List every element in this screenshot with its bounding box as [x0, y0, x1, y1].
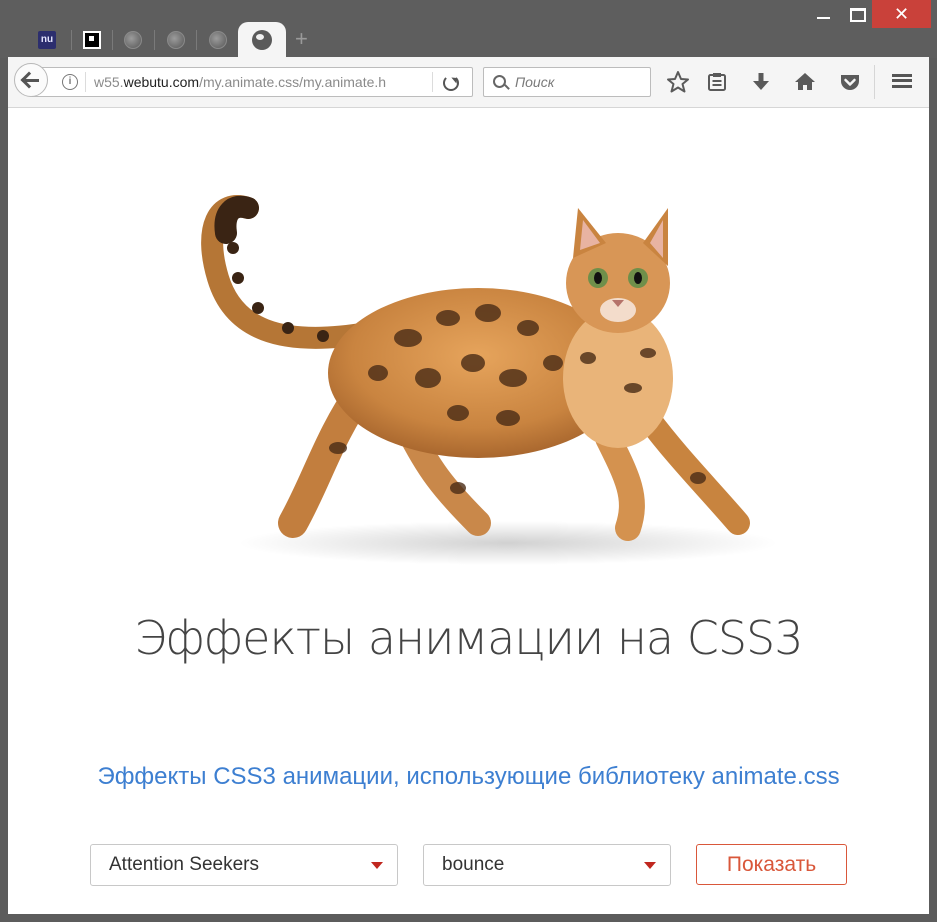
page-content: Эффекты анимации на CSS3 Эффекты CSS3 ан…	[8, 108, 929, 914]
menu-icon[interactable]	[892, 74, 912, 88]
globe-icon	[252, 30, 272, 50]
info-icon[interactable]: i	[62, 74, 78, 90]
effect-group-value: Attention Seekers	[109, 854, 259, 875]
effect-select[interactable]: bounce	[423, 844, 671, 886]
search-input[interactable]: Поиск	[483, 67, 651, 97]
page-title: Эффекты анимации на CSS3	[134, 611, 803, 665]
new-tab-button[interactable]: +	[295, 27, 308, 51]
url-separator	[85, 72, 86, 92]
effect-value: bounce	[442, 854, 505, 875]
minimize-button[interactable]	[802, 0, 844, 28]
reload-icon[interactable]	[443, 75, 459, 91]
tab-globe-2[interactable]	[155, 24, 195, 56]
url-separator	[432, 72, 433, 92]
close-button[interactable]: ✕	[872, 0, 931, 28]
tab-nu[interactable]: nu	[26, 24, 66, 56]
globe-icon	[167, 31, 185, 49]
globe-icon	[209, 31, 227, 49]
toolbar-separator	[874, 65, 875, 99]
effect-group-select[interactable]: Attention Seekers	[90, 844, 398, 886]
title-bar: ✕ nu +	[0, 0, 937, 58]
url-path: /my.animate.css/my.animate.h	[199, 74, 387, 90]
url-domain: webutu.com	[123, 74, 200, 90]
tab-globe-1[interactable]	[112, 24, 152, 56]
download-icon[interactable]	[748, 69, 774, 95]
nu-favicon-icon: nu	[38, 31, 56, 49]
star-icon[interactable]	[665, 69, 691, 95]
show-button[interactable]: Показать	[696, 844, 847, 885]
url-text[interactable]: w55.webutu.com/my.animate.css/my.animate…	[94, 74, 404, 90]
back-button[interactable]	[14, 63, 48, 97]
url-bar[interactable]: i w55.webutu.com/my.animate.css/my.anima…	[32, 67, 473, 97]
close-icon: ✕	[893, 4, 910, 24]
url-prefix: w55.	[94, 74, 124, 90]
tab-qr[interactable]	[71, 24, 111, 56]
reading-list-icon[interactable]	[704, 69, 730, 95]
chevron-down-icon	[644, 862, 656, 869]
tab-globe-3[interactable]	[197, 24, 237, 56]
navigation-bar: i w55.webutu.com/my.animate.css/my.anima…	[8, 57, 929, 108]
pocket-icon[interactable]	[837, 69, 863, 95]
chevron-down-icon	[371, 862, 383, 869]
qr-favicon-icon	[83, 31, 101, 49]
home-icon[interactable]	[792, 69, 818, 95]
tab-active[interactable]	[238, 22, 286, 58]
bengal-cat-image	[201, 195, 778, 565]
maximize-button[interactable]	[844, 0, 872, 28]
page-subtitle: Эффекты CSS3 анимации, использующие библ…	[97, 763, 840, 790]
search-icon	[493, 75, 506, 88]
browser-window: ✕ nu + i w55.webutu.com/my.animate.css/m…	[0, 0, 937, 922]
globe-icon	[124, 31, 142, 49]
search-placeholder: Поиск	[515, 74, 555, 90]
